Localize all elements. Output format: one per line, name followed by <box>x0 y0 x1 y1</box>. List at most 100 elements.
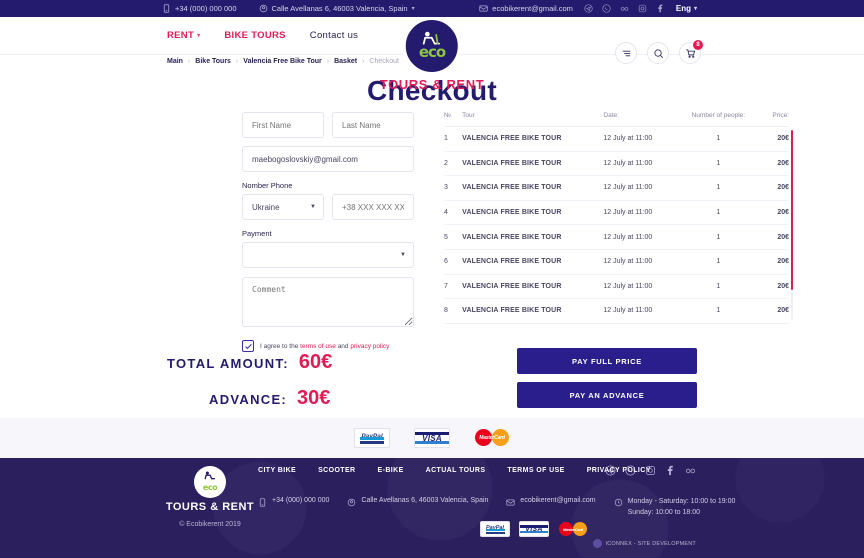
chevron-down-icon: ▾ <box>411 6 415 12</box>
nav-item-contact-us[interactable]: Contact us <box>310 30 358 41</box>
col-header-tour: Tour <box>462 112 604 127</box>
topbar-phone[interactable]: +34 (000) 000 000 <box>162 4 237 13</box>
footer-address[interactable]: Calle Avellanas 6, 46003 Valencia, Spain <box>347 497 488 507</box>
site-logo[interactable]: eco TOURS & RENT <box>380 17 484 92</box>
breadcrumb-separator: › <box>187 58 191 65</box>
order-table-container: № Tour Date: Number of people: Price: 1V… <box>444 112 793 352</box>
payment-select[interactable]: ▼ <box>242 242 414 268</box>
location-pin-icon <box>347 498 356 507</box>
logo-circle: eco <box>403 17 461 75</box>
cell-number: 8 <box>444 298 463 324</box>
country-select[interactable]: Ukraine ▼ <box>242 194 324 220</box>
table-scrollbar[interactable] <box>790 130 793 320</box>
mastercard-logo-text: MasterCard <box>562 527 583 532</box>
advance-amount-row: ADVANCE: 30€ <box>167 387 477 410</box>
language-selector[interactable]: Eng ▾ <box>676 4 697 13</box>
cell-people: 1 <box>682 298 755 324</box>
cell-price: 20€ <box>754 200 789 226</box>
cell-tour[interactable]: VALENCIA FREE BIKE TOUR <box>462 200 604 226</box>
hamburger-icon <box>622 50 630 56</box>
breadcrumb-item-bike-tours[interactable]: Bike Tours <box>195 58 231 65</box>
tripadvisor-icon[interactable] <box>620 4 629 13</box>
cell-tour[interactable]: VALENCIA FREE BIKE TOUR <box>462 151 604 177</box>
phone-icon <box>258 497 267 507</box>
footer-phone-text: +34 (000) 000 000 <box>272 497 330 504</box>
footer-logo[interactable]: eco TOURS & RENT © Ecobikerent 2019 <box>165 466 255 528</box>
cell-number: 5 <box>444 224 463 250</box>
facebook-icon[interactable] <box>665 465 676 476</box>
tripadvisor-icon[interactable] <box>685 465 696 476</box>
customer-form: maebogoslovskiy@gmail.com Nomber Phone U… <box>242 112 414 352</box>
logo-eco-text: eco <box>418 43 446 61</box>
footer-developer-credit[interactable]: ICONNEX - SITE DEVELOPMENT <box>592 539 696 548</box>
instagram-icon[interactable] <box>638 4 647 13</box>
nav-item-rent[interactable]: RENT ▾ <box>167 30 200 41</box>
breadcrumb-separator: › <box>235 58 239 65</box>
cell-tour[interactable]: VALENCIA FREE BIKE TOUR <box>462 224 604 250</box>
footer-email[interactable]: ecobikerent@gmail.com <box>506 497 596 507</box>
paypal-bars <box>360 436 384 444</box>
breadcrumb-item-main[interactable]: Main <box>167 58 183 65</box>
cell-tour[interactable]: VALENCIA FREE BIKE TOUR <box>462 175 604 201</box>
footer-link-e-bike[interactable]: E-BIKE <box>378 467 404 474</box>
cell-number: 6 <box>444 249 463 275</box>
telegram-icon[interactable] <box>605 465 616 476</box>
comment-textarea[interactable] <box>242 277 414 327</box>
cell-price: 20€ <box>754 249 789 275</box>
cell-price: 20€ <box>754 175 789 201</box>
table-row: 7 VALENCIA FREE BIKE TOUR 12 July at 11:00… <box>444 274 789 300</box>
table-row: 6 VALENCIA FREE BIKE TOUR 12 July at 11:00… <box>444 249 789 275</box>
search-button[interactable] <box>647 42 669 64</box>
phone-number-input[interactable] <box>332 194 414 220</box>
cell-price: 20€ <box>754 274 789 300</box>
topbar-address[interactable]: Calle Avellanas 6, 46003 Valencia, Spain… <box>259 4 415 13</box>
cell-date: 12 July at 11:00 <box>603 274 683 300</box>
total-amount-row: TOTAL AMOUNT: 60€ <box>167 351 477 374</box>
cell-tour[interactable]: VALENCIA FREE BIKE TOUR <box>462 126 604 152</box>
col-header-price: Price: <box>754 112 789 127</box>
cart-button[interactable]: 8 <box>679 40 703 64</box>
phone-icon <box>162 4 171 13</box>
cell-date: 12 July at 11:00 <box>603 249 683 275</box>
footer-hours-sunday: Sunday: 10:00 to 18:00 <box>627 508 701 516</box>
pay-full-price-button[interactable]: PAY FULL PRICE <box>517 348 697 374</box>
cell-tour[interactable]: VALENCIA FREE BIKE TOUR <box>462 298 604 324</box>
footer-developer-text: ICONNEX - SITE DEVELOPMENT <box>605 540 696 547</box>
breadcrumb-item-basket[interactable]: Basket <box>334 58 357 65</box>
cell-tour[interactable]: VALENCIA FREE BIKE TOUR <box>462 249 604 275</box>
nav-item-bike-tours[interactable]: BIKE TOURS <box>224 30 285 41</box>
footer-phone[interactable]: +34 (000) 000 000 <box>258 497 329 507</box>
footer-logo-circle: eco <box>194 466 226 498</box>
topbar-email[interactable]: ecobikerent@gmail.com <box>479 4 573 13</box>
nav-item-bike-tours-label: BIKE TOURS <box>224 30 286 41</box>
footer-link-actual-tours[interactable]: ACTUAL TOURS <box>426 467 486 474</box>
facebook-icon[interactable] <box>656 4 665 13</box>
menu-button[interactable] <box>615 42 637 64</box>
pay-an-advance-button[interactable]: PAY AN ADVANCE <box>517 382 697 408</box>
cell-date: 12 July at 11:00 <box>603 151 683 177</box>
envelope-icon <box>506 498 516 507</box>
site-header: RENT ▾ BIKE TOURS Contact us 8 eco TOURS… <box>0 17 864 92</box>
email-input[interactable]: maebogoslovskiy@gmail.com <box>242 146 414 172</box>
mastercard-logo: MasterCard <box>474 428 510 448</box>
whatsapp-icon[interactable] <box>602 4 611 13</box>
last-name-input[interactable] <box>332 112 414 138</box>
footer-link-terms-of-use[interactable]: TERMS OF USE <box>507 467 564 474</box>
breadcrumb: Main › Bike Tours › Valencia Free Bike T… <box>167 58 399 65</box>
footer-link-city-bike[interactable]: CITY BIKE <box>258 467 296 474</box>
cell-tour[interactable]: VALENCIA FREE BIKE TOUR <box>462 274 604 300</box>
footer-link-scooter[interactable]: SCOOTER <box>318 467 355 474</box>
first-name-input[interactable] <box>242 112 324 138</box>
search-icon <box>653 48 663 58</box>
whatsapp-icon[interactable] <box>625 465 636 476</box>
telegram-icon[interactable] <box>584 4 593 13</box>
table-scrollbar-thumb[interactable] <box>790 130 793 290</box>
instagram-icon[interactable] <box>645 465 656 476</box>
clock-icon <box>614 498 623 507</box>
cell-price: 20€ <box>754 224 789 250</box>
cell-price: 20€ <box>754 298 789 324</box>
table-row: 1 VALENCIA FREE BIKE TOUR 12 July at 11:00… <box>444 126 789 152</box>
cell-people: 1 <box>682 151 755 177</box>
breadcrumb-item-valencia-free-bike-tour[interactable]: Valencia Free Bike Tour <box>243 58 321 65</box>
mastercard-logo: MasterCard <box>558 520 588 538</box>
